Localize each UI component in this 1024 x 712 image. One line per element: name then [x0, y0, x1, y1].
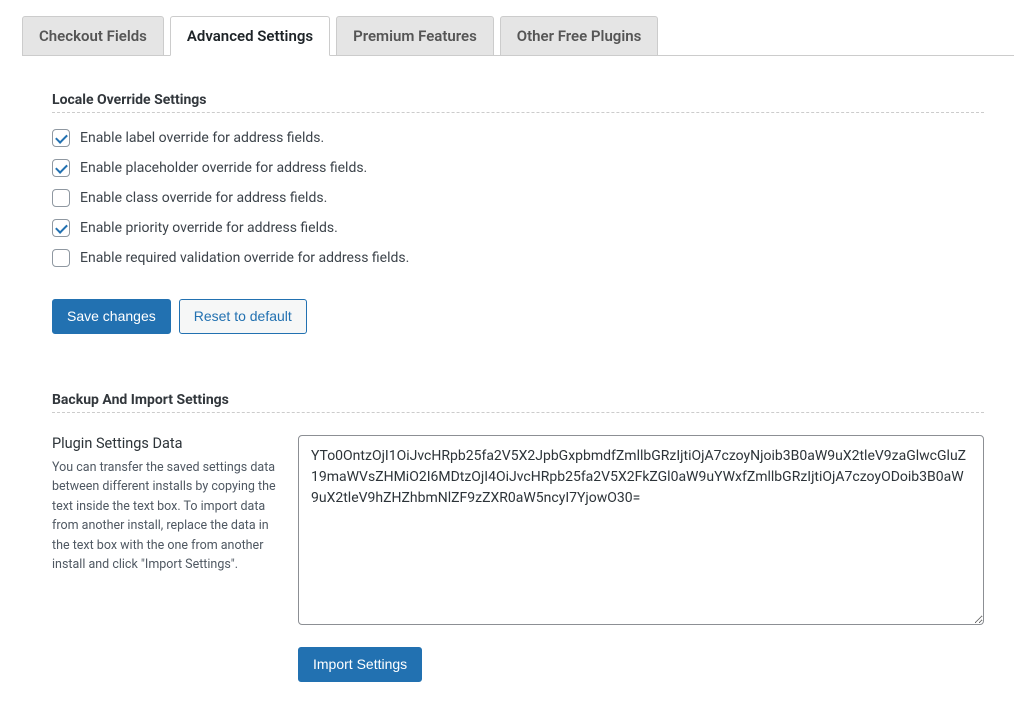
label-required-override[interactable]: Enable required validation override for …: [80, 250, 409, 266]
checkbox-label-override[interactable]: [52, 129, 70, 147]
tab-checkout-fields[interactable]: Checkout Fields: [22, 16, 164, 56]
plugin-data-description: You can transfer the saved settings data…: [52, 458, 282, 574]
tab-other-free-plugins[interactable]: Other Free Plugins: [500, 16, 659, 56]
label-label-override[interactable]: Enable label override for address fields…: [80, 130, 324, 146]
label-placeholder-override[interactable]: Enable placeholder override for address …: [80, 160, 367, 176]
tab-premium-features[interactable]: Premium Features: [336, 16, 494, 56]
reset-button[interactable]: Reset to default: [179, 299, 307, 334]
label-class-override[interactable]: Enable class override for address fields…: [80, 190, 327, 206]
tabs-nav: Checkout Fields Advanced Settings Premiu…: [22, 16, 1014, 56]
plugin-data-textarea[interactable]: [298, 435, 984, 625]
checkbox-class-override[interactable]: [52, 189, 70, 207]
checkbox-priority-override[interactable]: [52, 219, 70, 237]
plugin-data-subheading: Plugin Settings Data: [52, 435, 282, 452]
checkbox-required-override[interactable]: [52, 249, 70, 267]
save-button[interactable]: Save changes: [52, 299, 171, 334]
label-priority-override[interactable]: Enable priority override for address fie…: [80, 220, 338, 236]
locale-override-heading: Locale Override Settings: [52, 92, 984, 113]
backup-heading: Backup And Import Settings: [52, 392, 984, 413]
checkbox-placeholder-override[interactable]: [52, 159, 70, 177]
import-settings-button[interactable]: Import Settings: [298, 647, 422, 682]
tab-advanced-settings[interactable]: Advanced Settings: [170, 16, 330, 56]
